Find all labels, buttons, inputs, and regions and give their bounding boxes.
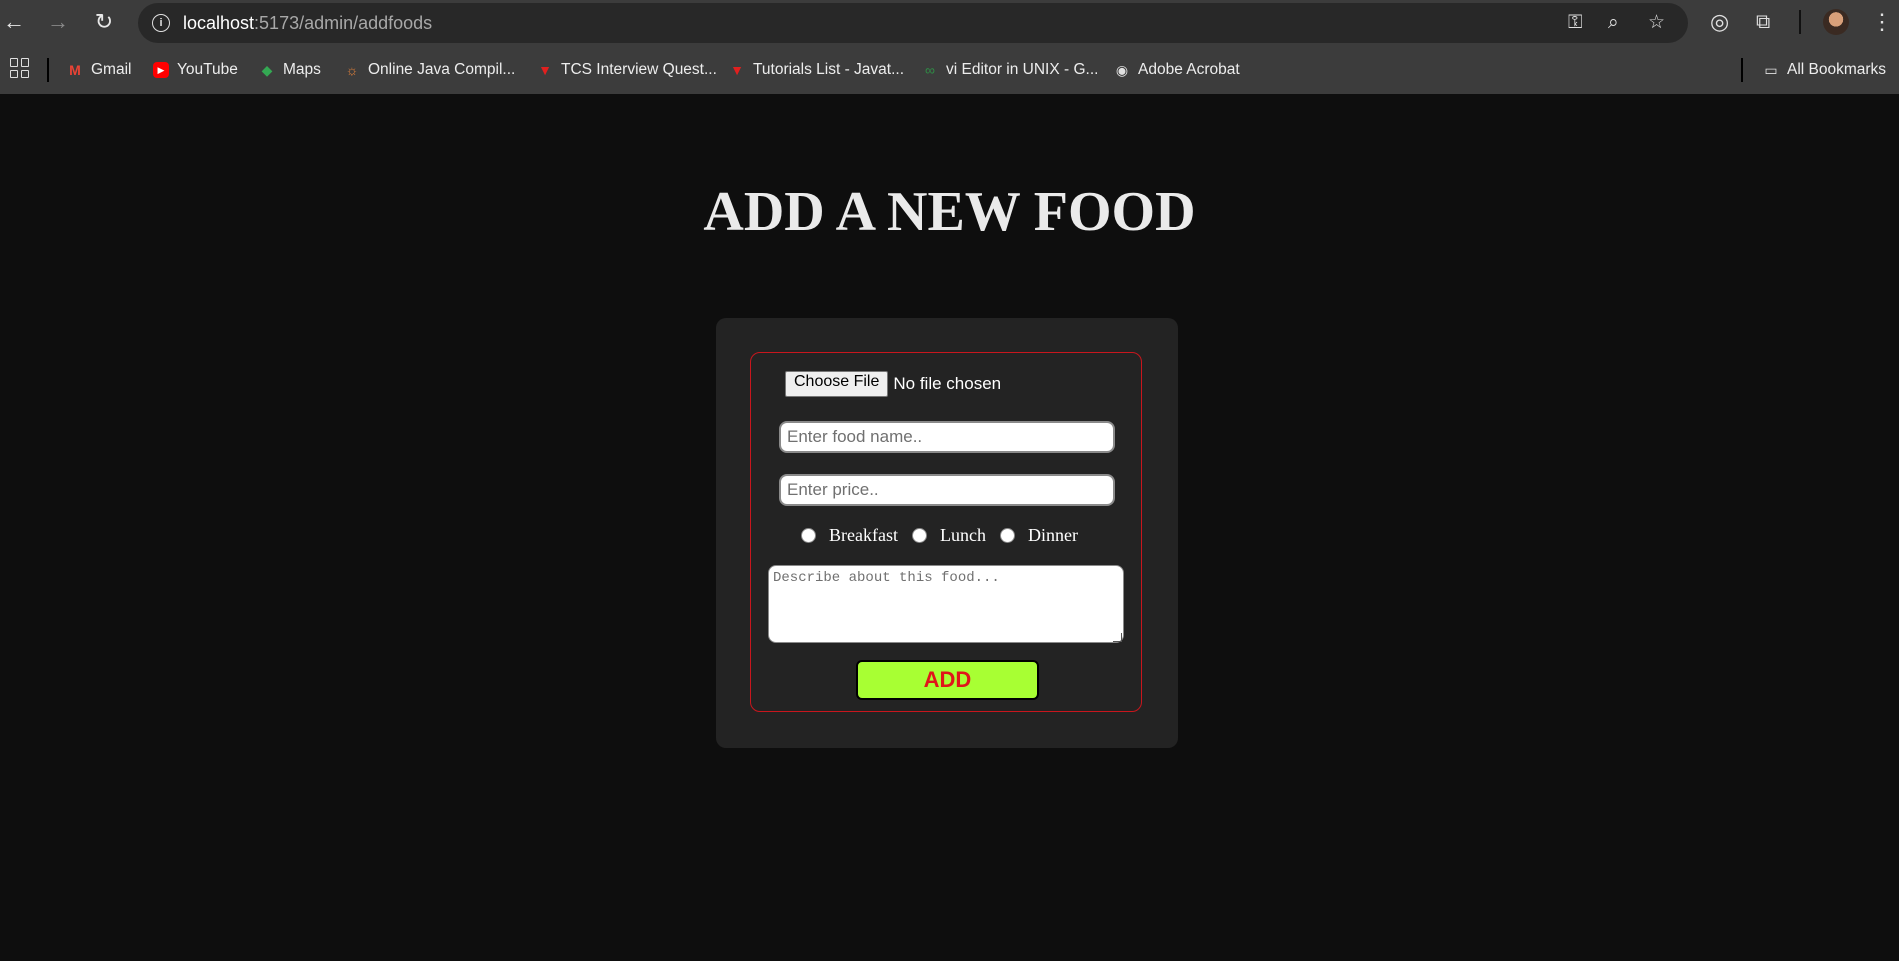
radio-label-dinner: Dinner	[1027, 525, 1078, 545]
star-icon[interactable]: ☆	[1648, 11, 1665, 35]
choose-file-button[interactable]: Choose File	[785, 371, 889, 397]
zoom-icon[interactable]: ⌕	[1608, 11, 1619, 35]
radio-label-lunch: Lunch	[939, 525, 986, 545]
javatpoint-icon: ▼	[538, 62, 552, 78]
add-food-form: Choose File No file chosen Breakfast Lun…	[750, 352, 1142, 712]
url-path: :5173/admin/addfoods	[254, 13, 433, 33]
back-button[interactable]: ←	[0, 8, 28, 36]
address-bar[interactable]: i localhost:5173/admin/addfoods ⚿ ⌕ ☆	[138, 3, 1688, 43]
bookmarks-divider-right	[1741, 58, 1743, 82]
javatpoint-icon: ▼	[730, 62, 744, 78]
all-bookmarks[interactable]: ▭ All Bookmarks	[1763, 59, 1886, 81]
radio-breakfast[interactable]	[801, 528, 816, 543]
site-info-icon[interactable]: i	[152, 14, 170, 32]
page-title: ADD A NEW FOOD	[703, 181, 1196, 243]
bookmark-adobe-acrobat[interactable]: ◉ Adobe Acrobat	[1114, 59, 1240, 81]
geeksforgeeks-icon: ∞	[925, 62, 935, 78]
bookmarks-divider	[47, 58, 49, 82]
file-input[interactable]: Choose File No file chosen	[785, 371, 1001, 397]
url-text[interactable]: localhost:5173/admin/addfoods	[183, 13, 432, 34]
bookmark-maps[interactable]: ◆ Maps	[259, 59, 321, 81]
youtube-icon: ▶	[153, 62, 169, 78]
file-status: No file chosen	[893, 374, 1002, 393]
radio-lunch[interactable]	[911, 528, 927, 543]
bookmark-online-java-compiler[interactable]: ☼ Online Java Compil...	[344, 59, 516, 81]
bookmark-vi-editor[interactable]: ∞ vi Editor in UNIX - G...	[922, 59, 1098, 81]
reload-button[interactable]: ↻	[90, 8, 118, 36]
browser-toolbar: ← → ↻ i localhost:5173/admin/addfoods ⚿ …	[0, 0, 1899, 45]
bookmarks-bar: M Gmail ▶ YouTube ◆ Maps ☼ Online Java Compi…	[0, 45, 1899, 94]
bookmark-tutorials-list[interactable]: ▼ Tutorials List - Javat...	[729, 59, 904, 81]
forward-button[interactable]: →	[44, 8, 72, 36]
sun-icon: ☼	[345, 62, 359, 78]
key-icon[interactable]: ⚿	[1568, 11, 1582, 35]
bookmark-youtube[interactable]: ▶ YouTube	[153, 59, 238, 81]
meal-type-group: Breakfast Lunch Dinner	[801, 525, 1092, 546]
add-button[interactable]: ADD	[856, 660, 1039, 700]
apps-icon[interactable]	[10, 58, 30, 78]
globe-icon: ◉	[1115, 62, 1129, 78]
target-icon[interactable]: ◎	[1710, 8, 1729, 36]
radio-label-breakfast: Breakfast	[829, 525, 898, 545]
resize-handle[interactable]	[1113, 633, 1122, 642]
bookmark-gmail[interactable]: M Gmail	[67, 59, 131, 81]
extensions-icon[interactable]: ⧉	[1756, 8, 1770, 36]
maps-icon: ◆	[261, 62, 273, 78]
radio-dinner[interactable]	[999, 528, 1015, 543]
bookmark-tcs-interview[interactable]: ▼ TCS Interview Quest...	[537, 59, 717, 81]
menu-icon[interactable]: ⋮	[1871, 8, 1893, 36]
food-name-input[interactable]	[779, 421, 1115, 453]
folder-icon: ▭	[1764, 62, 1778, 78]
price-input[interactable]	[779, 474, 1115, 506]
gmail-icon: M	[69, 62, 81, 78]
add-food-card: Choose File No file chosen Breakfast Lun…	[716, 318, 1178, 748]
toolbar-divider	[1799, 10, 1801, 34]
url-host: localhost	[183, 13, 255, 33]
avatar[interactable]	[1823, 9, 1849, 35]
description-textarea[interactable]	[768, 565, 1124, 643]
